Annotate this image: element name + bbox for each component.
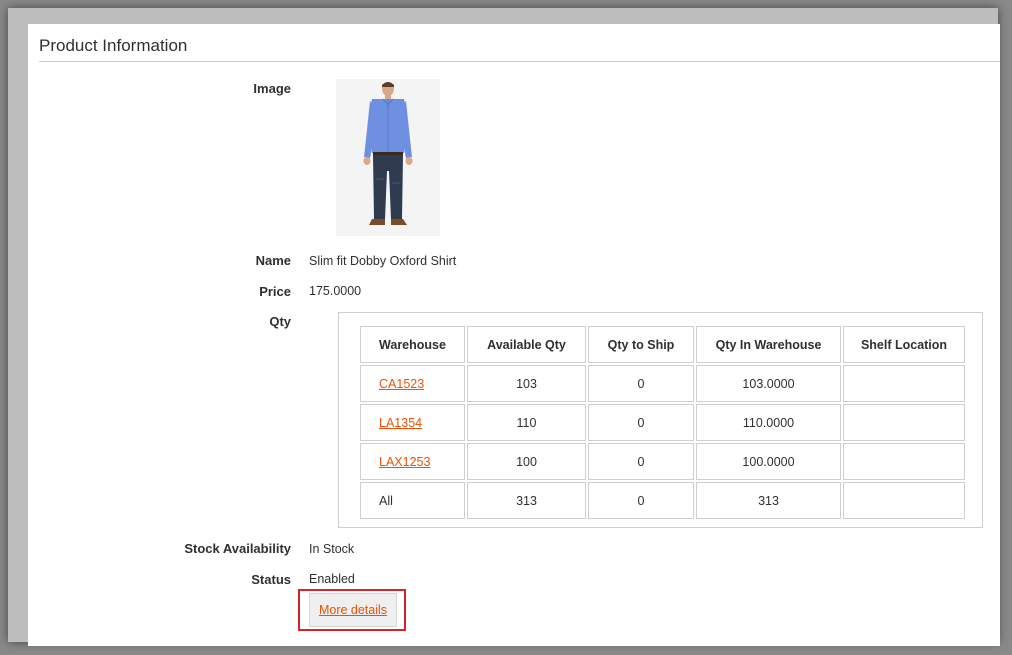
header-qty-to-ship: Qty to Ship [588,326,694,363]
stock-availability-value: In Stock [309,542,355,556]
shelf-location-cell [843,365,965,402]
product-information-panel: Product Information Image Name Slim fit … [28,24,1000,646]
shelf-location-cell [843,482,965,519]
qty-to-ship-cell: 0 [588,443,694,480]
available-qty-cell: 103 [467,365,586,402]
title-divider [39,61,1000,62]
screenshot-frame: Product Information Image Name Slim fit … [8,8,1000,646]
qty-table-header-row: Warehouse Available Qty Qty to Ship Qty … [360,326,965,363]
qty-label: Qty [269,314,291,329]
table-row: LA1354 110 0 110.0000 [360,404,965,441]
product-name: Slim fit Dobby Oxford Shirt [309,254,457,268]
name-label: Name [255,253,291,268]
product-price: 175.0000 [309,284,362,298]
warehouse-link-lax1253[interactable]: LAX1253 [379,455,430,469]
table-row-total: All 313 0 313 [360,482,965,519]
qty-to-ship-cell: 0 [588,482,694,519]
section-title: Product Information [39,36,188,55]
header-warehouse: Warehouse [360,326,465,363]
warehouse-cell: LAX1253 [360,443,465,480]
qty-to-ship-cell: 0 [588,365,694,402]
image-label: Image [253,81,291,96]
qty-in-warehouse-cell: 313 [696,482,841,519]
status-label: Status [251,572,291,587]
warehouse-link-ca1523[interactable]: CA1523 [379,377,424,391]
warehouse-cell: LA1354 [360,404,465,441]
warehouse-link-la1354[interactable]: LA1354 [379,416,422,430]
qty-in-warehouse-cell: 110.0000 [696,404,841,441]
stock-availability-label: Stock Availability [184,541,291,556]
shelf-location-cell [843,404,965,441]
available-qty-cell: 110 [467,404,586,441]
available-qty-cell: 313 [467,482,586,519]
qty-table: Warehouse Available Qty Qty to Ship Qty … [358,324,967,521]
qty-in-warehouse-cell: 100.0000 [696,443,841,480]
warehouse-cell: CA1523 [360,365,465,402]
status-value: Enabled [309,572,355,586]
warehouse-cell-all: All [360,482,465,519]
qty-to-ship-cell: 0 [588,404,694,441]
table-row: LAX1253 100 0 100.0000 [360,443,965,480]
header-shelf-location: Shelf Location [843,326,965,363]
header-available-qty: Available Qty [467,326,586,363]
available-qty-cell: 100 [467,443,586,480]
price-label: Price [259,284,291,299]
more-details-button[interactable]: More details [309,593,397,627]
table-row: CA1523 103 0 103.0000 [360,365,965,402]
qty-in-warehouse-cell: 103.0000 [696,365,841,402]
product-image [336,79,440,236]
qty-table-container: Warehouse Available Qty Qty to Ship Qty … [338,312,983,528]
header-qty-in-warehouse: Qty In Warehouse [696,326,841,363]
shelf-location-cell [843,443,965,480]
